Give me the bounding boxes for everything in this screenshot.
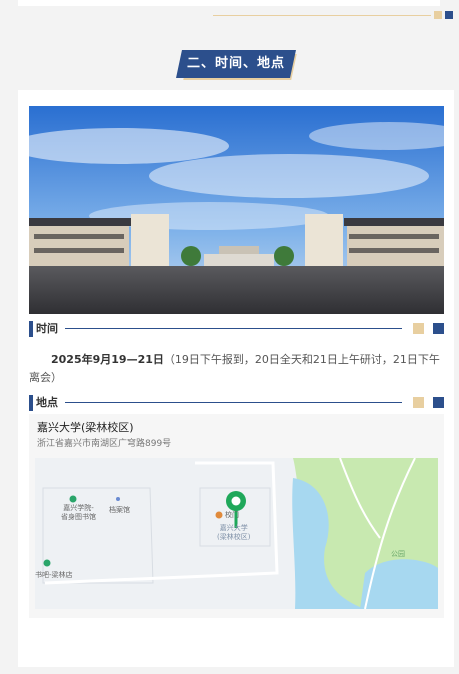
time-blue-square [433, 323, 444, 334]
location-section-line [65, 402, 402, 403]
time-date: 2025年9月19—21日 [51, 353, 164, 366]
location-section-label: 地点 [36, 396, 58, 409]
time-section-line [65, 328, 402, 329]
map-label-library: 嘉兴学院- 省身图书馆 [61, 504, 96, 521]
location-gold-square [413, 397, 424, 408]
time-section-bar [29, 321, 33, 337]
location-section-bar [29, 395, 33, 411]
time-text: 2025年9月19—21日（19日下午报到，20日全天和21日上午研讨，21日下… [29, 351, 444, 387]
section-header-title: 二、时间、地点 [186, 56, 285, 71]
map-label-park: 公园 [391, 550, 405, 558]
time-section-header: 时间 [29, 321, 444, 337]
time-section-label: 时间 [36, 322, 58, 335]
location-section-header: 地点 [29, 395, 444, 411]
top-blue-square [445, 11, 453, 19]
location-map[interactable]: 嘉兴学院- 省身图书馆 档案馆 书吧-梁林店 校门 嘉兴大学 (梁林校区) 公园 [35, 458, 438, 609]
location-name: 嘉兴大学(梁林校区) [37, 421, 134, 434]
map-label-gate: 校门 [225, 511, 239, 519]
location-address: 浙江省嘉兴市南湖区广穹路899号 [37, 439, 172, 449]
location-blue-square [433, 397, 444, 408]
map-label-bookstore: 书吧-梁林店 [35, 571, 73, 579]
top-gold-square [434, 11, 442, 19]
map-label-school: 嘉兴大学 (梁林校区) [217, 524, 251, 541]
map-label-archive: 档案馆 [109, 506, 130, 514]
time-gold-square [413, 323, 424, 334]
top-card-edge [18, 0, 440, 6]
top-divider-line [213, 15, 431, 16]
campus-photo[interactable] [29, 106, 444, 314]
